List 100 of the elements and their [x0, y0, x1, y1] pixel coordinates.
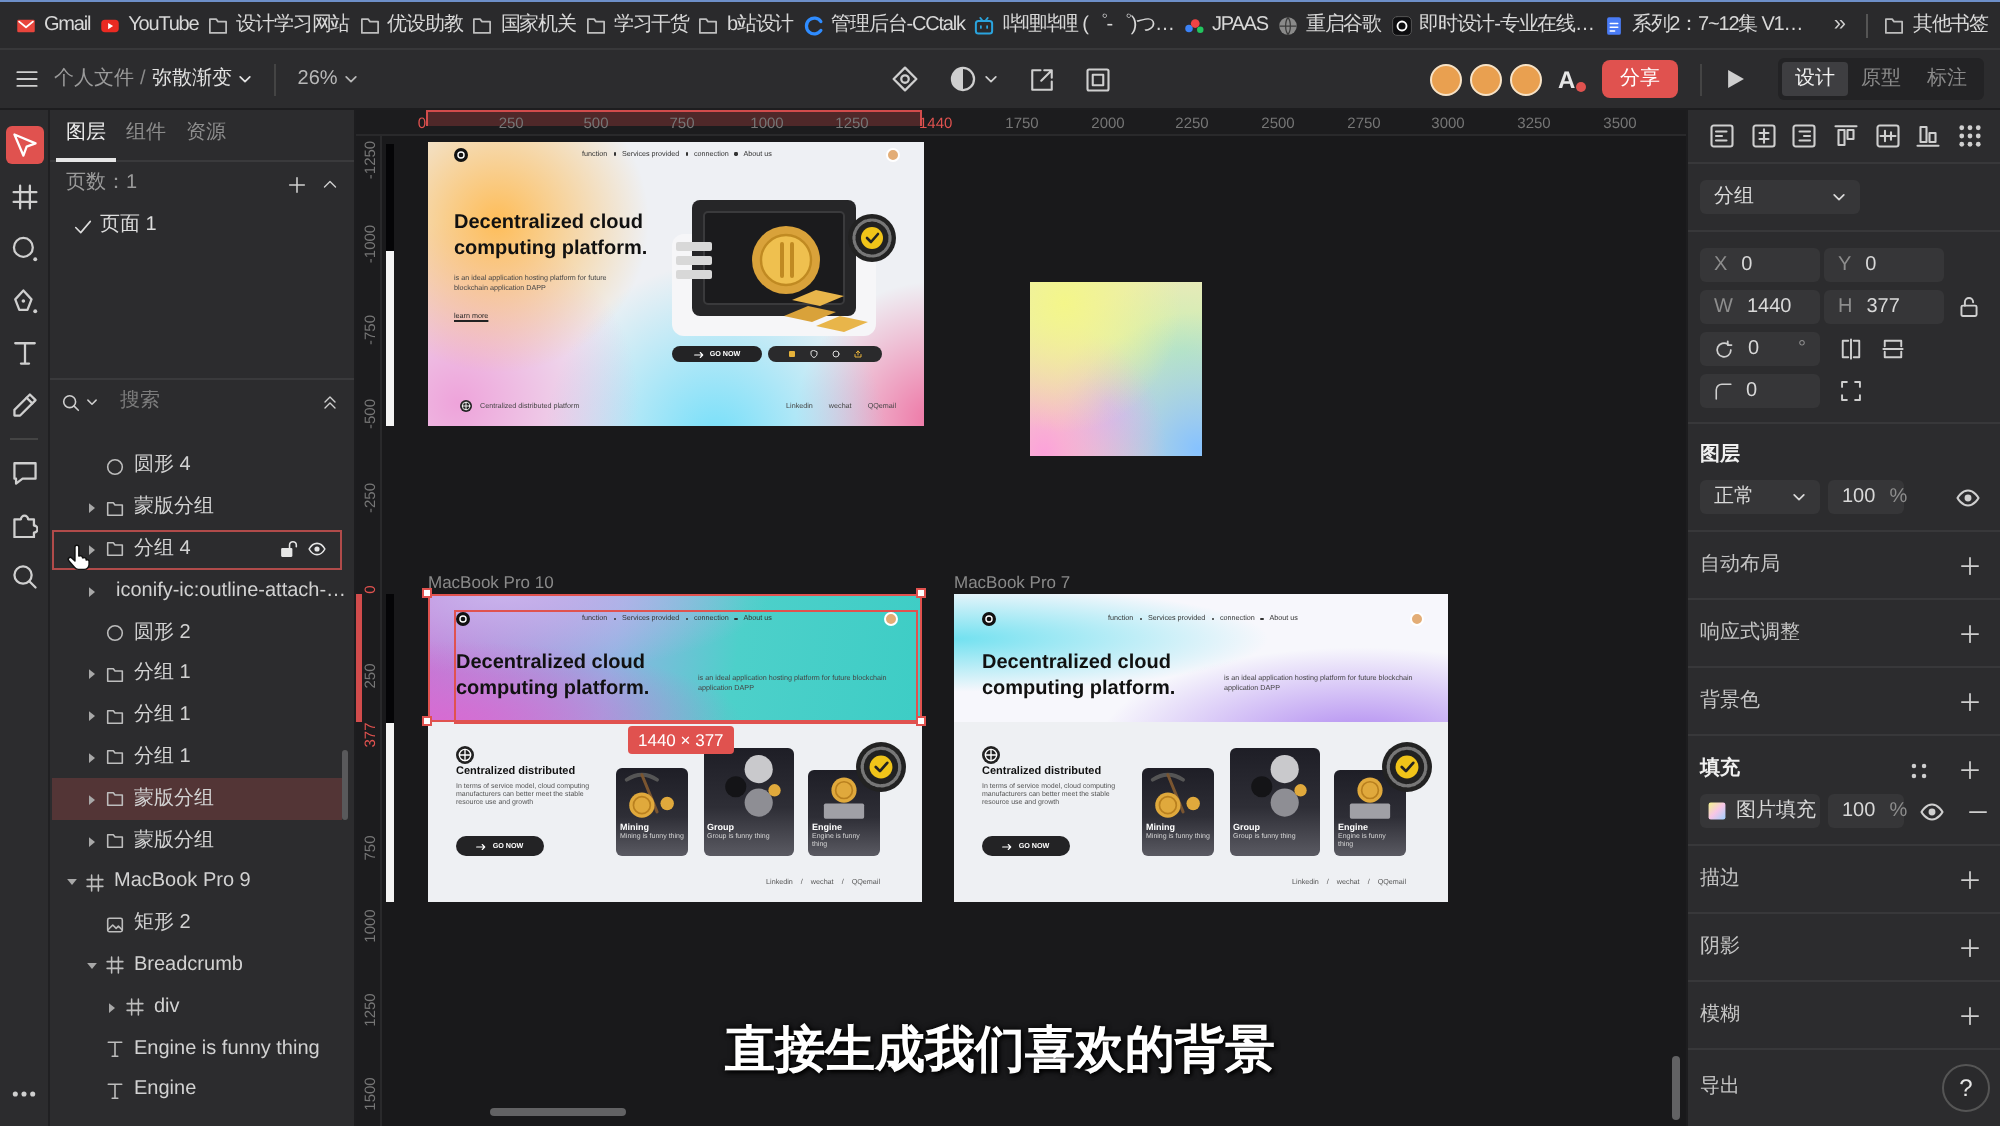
align-center-icon[interactable]	[1751, 124, 1776, 148]
layer-type-dropdown[interactable]: 分组	[1700, 180, 1860, 214]
align-middle-icon[interactable]	[1875, 124, 1900, 148]
align-top-icon[interactable]	[1834, 124, 1859, 148]
caret-icon[interactable]	[86, 585, 98, 598]
plus-icon[interactable]	[1960, 869, 1980, 889]
chevron-up-icon[interactable]	[322, 176, 338, 192]
upload-icon[interactable]	[854, 350, 863, 358]
align-left-icon[interactable]	[1710, 124, 1734, 148]
horizontal-scrollbar[interactable]	[490, 1108, 626, 1116]
bookmark[interactable]: 学习干货	[585, 11, 689, 39]
caret-icon[interactable]	[86, 710, 98, 723]
layer-row[interactable]: iconify-ic:outline-attach-…	[52, 570, 342, 613]
bookmark[interactable]: Gmail	[16, 11, 91, 39]
plus-icon[interactable]	[1960, 555, 1980, 575]
plus-icon[interactable]	[1960, 1005, 1980, 1025]
caret-icon[interactable]	[86, 751, 98, 764]
double-chevron-up-icon[interactable]	[322, 394, 338, 410]
four-dots-icon[interactable]	[1910, 761, 1928, 779]
avatar-icon[interactable]	[1470, 63, 1502, 95]
bookmark[interactable]: 优设助教	[359, 11, 463, 39]
layer-row[interactable]: 分组 1	[52, 653, 342, 696]
resize-handle[interactable]	[422, 588, 432, 598]
diamond-icon[interactable]	[891, 66, 917, 92]
align-bottom-icon[interactable]	[1916, 124, 1941, 148]
layer-row[interactable]: Breadcrumb	[52, 945, 342, 987]
avatar-icon[interactable]	[1510, 63, 1542, 95]
unlock-icon[interactable]	[280, 540, 298, 559]
blend-mode-dropdown[interactable]: 正常	[1700, 480, 1820, 514]
eye-icon[interactable]	[308, 540, 326, 559]
menu-icon[interactable]	[16, 68, 38, 90]
font-button[interactable]: A	[1558, 63, 1586, 95]
bookmark[interactable]: 重启谷歌	[1277, 11, 1382, 39]
artboard-name[interactable]: MacBook Pro 7	[954, 572, 1071, 592]
flip-horizontal-icon[interactable]	[1840, 338, 1862, 360]
bookmark[interactable]: 管理后台-CCtalk	[803, 11, 965, 39]
flip-vertical-icon[interactable]	[1882, 338, 1904, 360]
resize-handle[interactable]	[916, 588, 926, 598]
breadcrumb-link[interactable]: 个人文件	[54, 67, 134, 91]
padlock-icon[interactable]	[1958, 296, 1980, 318]
more-bookmarks-button[interactable]: »	[1827, 11, 1851, 39]
plus-icon[interactable]	[1960, 937, 1980, 957]
layer-row[interactable]: 蒙版分组	[52, 487, 342, 530]
bookmark[interactable]: 系列2：7~12集 V1…	[1603, 11, 1803, 39]
dot-grid-icon[interactable]	[1958, 124, 1983, 148]
resize-handle[interactable]	[916, 716, 926, 726]
layer-row[interactable]: 圆形 2	[52, 612, 342, 654]
width-field[interactable]: W 1440	[1700, 290, 1820, 324]
bookmark[interactable]: YouTube	[100, 11, 199, 39]
artboard-name[interactable]: MacBook Pro 10	[428, 572, 554, 592]
resize-handle[interactable]	[422, 716, 432, 726]
corner-brackets-icon[interactable]	[1840, 380, 1862, 402]
caret-icon[interactable]	[66, 876, 78, 889]
layer-row[interactable]: 分组 1	[52, 737, 342, 779]
eye-icon[interactable]	[1920, 799, 1944, 823]
y-field[interactable]: Y 0	[1824, 248, 1944, 282]
mode-tab[interactable]: 标注	[1914, 62, 1980, 96]
layer-row[interactable]: 蒙版分组	[52, 778, 342, 821]
eye-icon[interactable]	[1956, 485, 1980, 509]
half-circle-icon[interactable]	[949, 66, 975, 92]
shield-icon[interactable]	[809, 350, 818, 358]
layer-row[interactable]: 分组 1	[52, 695, 342, 738]
caret-icon[interactable]	[86, 835, 98, 848]
zoom-menu[interactable]: 26%	[297, 67, 358, 91]
play-icon[interactable]	[1724, 68, 1746, 90]
layer-row[interactable]: Engine	[52, 1069, 342, 1112]
bookmark[interactable]: 设计学习网站	[208, 11, 350, 39]
scrollbar-thumb[interactable]	[342, 750, 348, 820]
layer-row[interactable]: 圆形 4	[52, 446, 342, 488]
align-right-icon[interactable]	[1792, 124, 1817, 148]
mode-tab[interactable]: 设计	[1782, 62, 1848, 96]
caret-icon[interactable]	[86, 543, 98, 556]
panel-tab[interactable]: 组件	[116, 110, 176, 162]
panel-tab[interactable]: 资源	[176, 110, 236, 162]
ring-icon[interactable]	[832, 350, 841, 358]
opacity-field[interactable]: 100 %	[1828, 480, 1904, 514]
layer-row[interactable]: Engine is funny thing	[52, 1028, 342, 1070]
file-name-menu[interactable]: 弥散渐变	[151, 67, 252, 91]
caret-icon[interactable]	[86, 959, 98, 972]
mode-tab[interactable]: 原型	[1848, 62, 1914, 96]
bookmark[interactable]: b站设计	[698, 11, 794, 39]
rotation-field[interactable]: 0 °	[1700, 332, 1820, 366]
corner-radius-field[interactable]: 0	[1700, 374, 1820, 408]
caret-icon[interactable]	[86, 668, 98, 681]
opacity-field[interactable]: 100 %	[1828, 794, 1904, 828]
box-arrow-icon[interactable]	[1029, 67, 1053, 91]
bookmark[interactable]: 国家机关	[472, 11, 576, 39]
caret-icon[interactable]	[86, 502, 98, 515]
plus-icon[interactable]	[288, 175, 306, 193]
x-field[interactable]: X 0	[1700, 248, 1820, 282]
caret-icon[interactable]	[106, 1001, 118, 1014]
square-icon[interactable]	[787, 350, 796, 358]
plus-icon[interactable]	[1960, 623, 1980, 643]
fill-type-field[interactable]: 图片填充	[1700, 794, 1820, 828]
search-icon[interactable]	[62, 393, 80, 411]
search-field[interactable]: 搜索	[120, 390, 280, 414]
select-tool[interactable]	[5, 126, 43, 164]
chevron-down-icon[interactable]	[86, 396, 98, 408]
chevron-down-icon[interactable]	[983, 72, 997, 86]
layer-row[interactable]: 分组 4	[52, 529, 342, 571]
